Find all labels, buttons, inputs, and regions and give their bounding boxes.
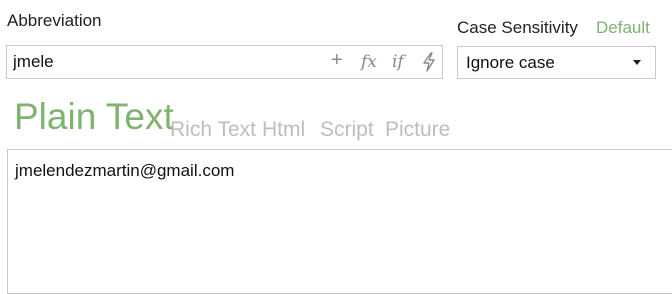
abbreviation-input[interactable] bbox=[13, 51, 313, 73]
chevron-down-icon bbox=[633, 60, 641, 65]
tab-script[interactable]: Script bbox=[320, 118, 374, 142]
abbreviation-field[interactable]: + fx if bbox=[6, 45, 443, 79]
lightning-icon[interactable] bbox=[421, 52, 437, 77]
tab-picture[interactable]: Picture bbox=[385, 118, 450, 142]
function-fx-icon[interactable]: fx bbox=[361, 52, 377, 72]
snippet-content-text: jmelendezmartin@gmail.com bbox=[15, 161, 235, 180]
tab-plain-text[interactable]: Plain Text bbox=[14, 96, 174, 138]
tab-rich-text[interactable]: Rich Text bbox=[170, 118, 256, 142]
case-sensitivity-default-link[interactable]: Default bbox=[596, 18, 650, 38]
case-sensitivity-selected: Ignore case bbox=[466, 53, 555, 72]
case-sensitivity-label: Case Sensitivity bbox=[457, 18, 578, 37]
condition-if-icon[interactable]: if bbox=[392, 52, 404, 72]
abbreviation-label: Abbreviation bbox=[7, 11, 102, 30]
tab-html[interactable]: Html bbox=[262, 118, 305, 142]
insert-plus-icon[interactable]: + bbox=[331, 49, 343, 72]
case-sensitivity-dropdown[interactable]: Ignore case bbox=[457, 46, 656, 79]
snippet-content-editor[interactable]: jmelendezmartin@gmail.com bbox=[7, 149, 672, 294]
